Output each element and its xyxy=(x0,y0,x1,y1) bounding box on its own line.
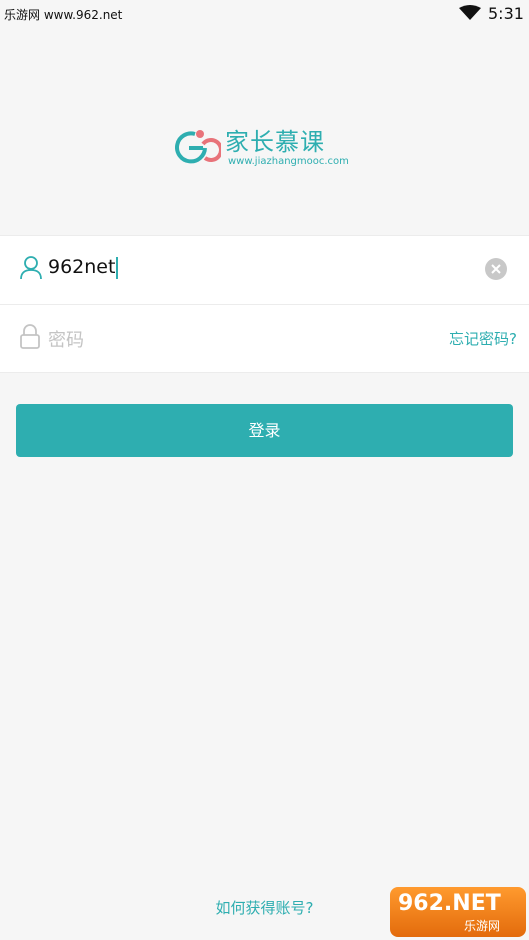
status-time: 5:31 xyxy=(488,4,524,23)
logo-url: www.jiazhangmooc.com xyxy=(228,156,349,167)
login-button[interactable]: 登录 xyxy=(16,404,513,457)
site-watermark: 962.NET 乐游网 xyxy=(390,887,526,937)
watermark-logo-text: 962.NET xyxy=(398,891,501,916)
logo-name: 家长慕课 xyxy=(225,128,325,156)
lock-icon xyxy=(20,324,40,354)
user-icon xyxy=(20,256,42,284)
password-field[interactable]: 密码 忘记密码? xyxy=(0,304,529,372)
forgot-password-link[interactable]: 忘记密码? xyxy=(449,328,517,349)
username-field[interactable]: 962net xyxy=(0,236,529,305)
login-form: 962net 密码 忘记密码? xyxy=(0,235,529,373)
app-logo: 家长慕课 www.jiazhangmooc.com xyxy=(175,122,375,172)
clear-icon[interactable] xyxy=(485,258,507,280)
password-input[interactable]: 密码 xyxy=(48,326,84,352)
logo-mark-icon xyxy=(175,126,223,170)
username-input[interactable]: 962net xyxy=(48,256,119,279)
wifi-icon xyxy=(459,5,481,25)
status-bar: 乐游网 www.962.net 5:31 xyxy=(0,0,529,28)
status-carrier: 乐游网 www.962.net xyxy=(4,8,123,22)
username-value: 962net xyxy=(48,256,116,278)
text-caret xyxy=(116,256,119,279)
watermark-site-name: 乐游网 xyxy=(464,919,501,933)
